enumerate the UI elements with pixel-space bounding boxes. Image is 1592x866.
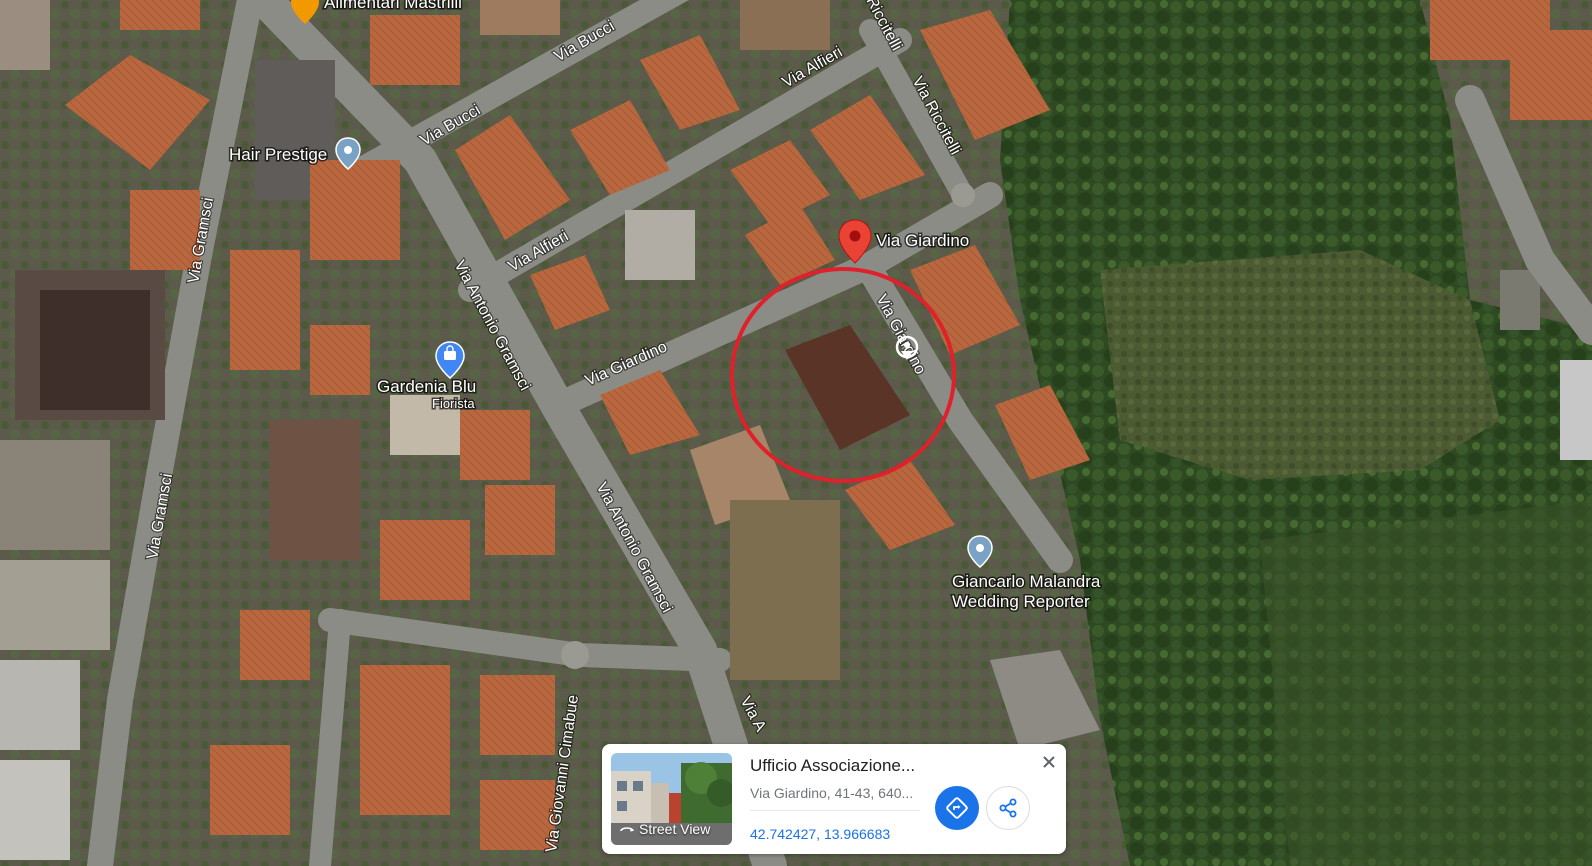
place-info-card: Street View Ufficio Associazione... Via … bbox=[602, 744, 1066, 854]
poi-label: Alimentari Mastrilli bbox=[324, 0, 462, 12]
share-button[interactable] bbox=[986, 786, 1030, 830]
poi-label: Giancarlo Malandra bbox=[952, 572, 1101, 591]
place-address: Via Giardino, 41-43, 640... bbox=[750, 785, 914, 801]
poi-sublabel: Fiorista bbox=[432, 396, 475, 411]
directions-button[interactable] bbox=[935, 786, 979, 830]
card-divider bbox=[750, 810, 920, 811]
poi-label: Via Giardino bbox=[876, 231, 969, 250]
directions-icon bbox=[946, 797, 968, 819]
share-icon bbox=[999, 798, 1017, 818]
place-coordinates[interactable]: 42.742427, 13.966683 bbox=[750, 826, 890, 842]
place-title[interactable]: Ufficio Associazione... bbox=[750, 756, 950, 776]
poi-label: Gardenia Blu bbox=[377, 377, 476, 396]
street-view-thumbnail[interactable]: Street View bbox=[611, 753, 732, 845]
street-view-label: Street View bbox=[619, 821, 710, 837]
close-icon bbox=[1043, 756, 1055, 768]
satellite-map[interactable]: Via Bucci Via Bucci Via Alfieri Via Alfi… bbox=[0, 0, 1592, 866]
close-button[interactable] bbox=[1039, 752, 1059, 772]
poi-label: Hair Prestige bbox=[229, 145, 327, 164]
poi-sublabel: Wedding Reporter bbox=[952, 592, 1090, 611]
street-view-icon bbox=[620, 827, 634, 832]
street-view-text: Street View bbox=[639, 821, 711, 837]
